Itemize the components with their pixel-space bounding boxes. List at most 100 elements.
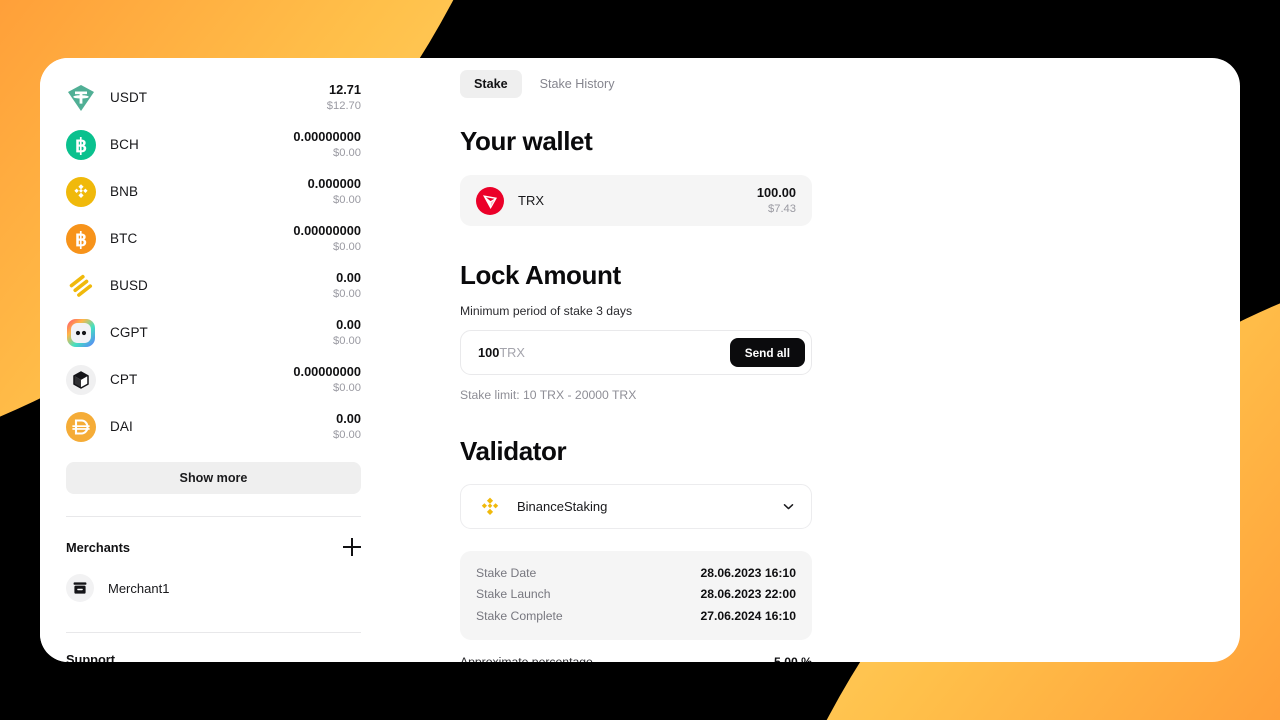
wallet-asset-symbol: TRX	[518, 193, 544, 208]
detail-row-stake-launch: Stake Launch 28.06.2023 22:00	[476, 584, 796, 606]
validator-dropdown[interactable]: BinanceStaking	[460, 484, 812, 529]
bch-icon: ฿	[66, 129, 96, 160]
plus-icon[interactable]	[343, 538, 361, 556]
show-more-button[interactable]: Show more	[66, 462, 361, 494]
coin-row-cgpt[interactable]: CGPT 0.00 $0.00	[66, 309, 361, 356]
coin-amount: 0.00	[336, 270, 361, 285]
sidebar: USDT 12.71 $12.70 ฿ BCH 0.00000000 $0.00…	[40, 58, 387, 662]
coin-list: USDT 12.71 $12.70 ฿ BCH 0.00000000 $0.00…	[66, 58, 361, 450]
coin-usd-value: $0.00	[333, 428, 361, 441]
validator-heading: Validator	[460, 436, 567, 466]
minimum-period-note: Minimum period of stake 3 days	[460, 304, 633, 318]
coin-symbol: BCH	[110, 137, 139, 152]
tab-stake-history[interactable]: Stake History	[526, 70, 629, 98]
coin-row-bch[interactable]: ฿ BCH 0.00000000 $0.00	[66, 121, 361, 168]
validator-selected-name: BinanceStaking	[517, 499, 608, 514]
stake-limit-note: Stake limit: 10 TRX - 20000 TRX	[460, 388, 637, 402]
send-all-button[interactable]: Send all	[729, 338, 805, 367]
bnb-icon	[66, 176, 96, 207]
coin-symbol: CGPT	[110, 325, 148, 340]
approximate-percentage-row: Approximate percentage 5.00 %	[460, 655, 812, 663]
coin-usd-value: $12.70	[326, 99, 361, 112]
lock-amount-heading: Lock Amount	[460, 260, 621, 290]
wallet-asset-values: 100.00 $7.43	[757, 185, 796, 216]
coin-symbol: USDT	[110, 90, 148, 105]
coin-row-usdt[interactable]: USDT 12.71 $12.70	[66, 74, 361, 121]
merchants-section-header: Merchants	[66, 537, 361, 557]
coin-values: 0.00 $0.00	[333, 411, 361, 442]
usdt-icon	[66, 83, 96, 113]
coin-amount: 0.00000000	[293, 223, 361, 238]
wallet-asset-usd: $7.43	[768, 202, 796, 215]
coin-row-btc[interactable]: ฿ BTC 0.00000000 $0.00	[66, 215, 361, 262]
binance-icon	[477, 494, 503, 520]
cpt-icon	[66, 364, 96, 395]
detail-value: 28.06.2023 22:00	[700, 587, 796, 602]
coin-usd-value: $0.00	[333, 146, 361, 159]
coin-symbol: DAI	[110, 419, 133, 434]
detail-row-stake-date: Stake Date 28.06.2023 16:10	[476, 562, 796, 584]
coin-values: 12.71 $12.70	[327, 82, 361, 113]
stake-details-card: Stake Date 28.06.2023 16:10 Stake Launch…	[460, 551, 812, 640]
coin-symbol: BTC	[110, 231, 138, 246]
detail-label: Stake Date	[476, 565, 537, 580]
coin-row-bnb[interactable]: BNB 0.000000 $0.00	[66, 168, 361, 215]
coin-row-cpt[interactable]: CPT 0.00000000 $0.00	[66, 356, 361, 403]
detail-label: Stake Launch	[476, 587, 551, 602]
chevron-down-icon[interactable]	[782, 500, 795, 513]
detail-value: 28.06.2023 16:10	[700, 565, 796, 580]
amount-input-value[interactable]: 100	[478, 345, 499, 360]
merchant-list-item[interactable]: Merchant1	[66, 566, 361, 610]
coin-amount: 12.71	[328, 82, 361, 97]
svg-text:฿: ฿	[75, 230, 87, 251]
main-panel: Stake Stake History Your wallet TRX 100.…	[387, 58, 1240, 662]
coin-row-dai[interactable]: DAI 0.00 $0.00	[66, 403, 361, 450]
coin-usd-value: $0.00	[333, 240, 361, 253]
cgpt-icon	[66, 318, 96, 348]
coin-amount: 0.00000000	[293, 129, 361, 144]
coin-amount: 0.000000	[307, 176, 361, 191]
btc-icon: ฿	[66, 223, 96, 254]
coin-amount: 0.00	[336, 411, 361, 426]
tab-stake[interactable]: Stake	[460, 70, 522, 98]
detail-row-stake-complete: Stake Complete 27.06.2024 16:10	[476, 605, 796, 627]
coin-row-busd[interactable]: BUSD 0.00 $0.00	[66, 262, 361, 309]
sidebar-divider-merchants	[66, 516, 361, 517]
screen-root: USDT 12.71 $12.70 ฿ BCH 0.00000000 $0.00…	[0, 0, 1280, 720]
tab-bar: Stake Stake History	[460, 70, 1240, 98]
coin-values: 0.00000000 $0.00	[293, 129, 361, 160]
your-wallet-heading: Your wallet	[460, 126, 593, 156]
merchants-title: Merchants	[66, 539, 131, 555]
coin-usd-value: $0.00	[333, 287, 361, 300]
coin-values: 0.00 $0.00	[333, 270, 361, 301]
coin-amount: 0.00	[336, 317, 361, 332]
approximate-percentage-label: Approximate percentage	[460, 654, 593, 663]
coin-values: 0.000000 $0.00	[308, 176, 361, 207]
detail-value: 27.06.2024 16:10	[700, 608, 796, 623]
support-title: Support	[66, 652, 116, 662]
store-icon	[66, 574, 94, 602]
app-window-card: USDT 12.71 $12.70 ฿ BCH 0.00000000 $0.00…	[40, 58, 1240, 662]
wallet-asset-amount: 100.00	[756, 185, 796, 200]
coin-symbol: BNB	[110, 184, 139, 199]
dai-icon	[66, 411, 96, 442]
coin-values: 0.00000000 $0.00	[293, 223, 361, 254]
coin-usd-value: $0.00	[333, 334, 361, 347]
merchant-name: Merchant1	[108, 580, 170, 596]
sidebar-divider-support	[66, 632, 361, 633]
lock-amount-field[interactable]: 100 TRX Send all	[460, 330, 812, 375]
approximate-percentage-value: 5.00 %	[774, 654, 812, 663]
detail-label: Stake Complete	[476, 608, 563, 623]
coin-amount: 0.00000000	[293, 364, 361, 379]
trx-icon	[476, 186, 504, 215]
svg-text:฿: ฿	[75, 136, 87, 157]
wallet-asset-card[interactable]: TRX 100.00 $7.43	[460, 175, 812, 226]
amount-input-unit: TRX	[499, 345, 525, 360]
coin-usd-value: $0.00	[333, 193, 361, 206]
coin-symbol: BUSD	[110, 278, 148, 293]
coin-usd-value: $0.00	[333, 381, 361, 394]
coin-values: 0.00000000 $0.00	[293, 364, 361, 395]
coin-values: 0.00 $0.00	[333, 317, 361, 348]
busd-icon	[66, 271, 96, 301]
coin-symbol: CPT	[110, 372, 138, 387]
